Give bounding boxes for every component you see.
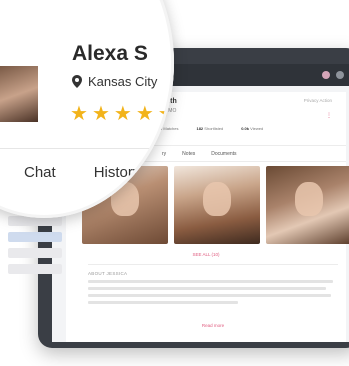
more-menu-icon[interactable]: ⋮ xyxy=(326,112,332,119)
privacy-action-link[interactable]: Privacy Action xyxy=(304,98,332,103)
see-all-link[interactable]: SEE ALL (10) xyxy=(66,252,346,257)
zoomed-profile-name: Alexa S xyxy=(72,42,148,65)
profile-stats: 0 Matches 182 Shortlisted 0.0k Viewed xyxy=(160,126,263,131)
sidebar-item[interactable] xyxy=(8,264,62,274)
heart-icon[interactable] xyxy=(322,71,330,79)
rating-stars: ★ ★ ★ ★ ★ xyxy=(70,104,174,124)
stat-matches: 0 Matches xyxy=(160,126,179,131)
text-line xyxy=(88,287,326,290)
tab-chat[interactable]: Chat xyxy=(24,164,56,181)
gallery-photo[interactable] xyxy=(266,166,349,244)
zoomed-location: Kansas City xyxy=(72,74,157,89)
half-star-icon: ★ xyxy=(157,103,174,125)
stat-viewed: 0.0k Viewed xyxy=(241,126,264,131)
about-section: ABOUT JESSICA Read more xyxy=(88,264,338,336)
location-text: Kansas City xyxy=(88,74,158,89)
zoomed-tabs: Chat History xyxy=(24,164,140,181)
avatar xyxy=(0,66,38,122)
star-icon: ★ xyxy=(135,103,154,125)
sidebar-list xyxy=(0,210,70,330)
star-icon: ★ xyxy=(113,103,132,125)
text-line xyxy=(88,294,331,297)
sidebar-item[interactable] xyxy=(8,248,62,258)
tab-history-zoomed[interactable]: History xyxy=(94,164,141,181)
star-icon: ★ xyxy=(91,103,110,125)
divider xyxy=(0,148,174,149)
tab-documents[interactable]: Documents xyxy=(211,151,236,157)
text-line xyxy=(88,301,238,304)
about-title: ABOUT JESSICA xyxy=(88,271,128,276)
star-icon: ★ xyxy=(70,103,88,125)
text-line xyxy=(88,280,333,283)
location-pin-icon xyxy=(72,75,82,88)
read-more-link[interactable]: Read more xyxy=(88,323,338,328)
gallery-photo[interactable] xyxy=(174,166,260,244)
app-scene: mith ty, MO Privacy Action ⋮ 0 Matches 1… xyxy=(0,0,349,366)
sidebar-item-active[interactable] xyxy=(8,232,62,242)
stat-shortlisted: 182 Shortlisted xyxy=(196,126,224,131)
profile-icon[interactable] xyxy=(336,71,344,79)
tab-history[interactable]: ry xyxy=(162,151,166,157)
tab-notes[interactable]: Notes xyxy=(182,151,195,157)
